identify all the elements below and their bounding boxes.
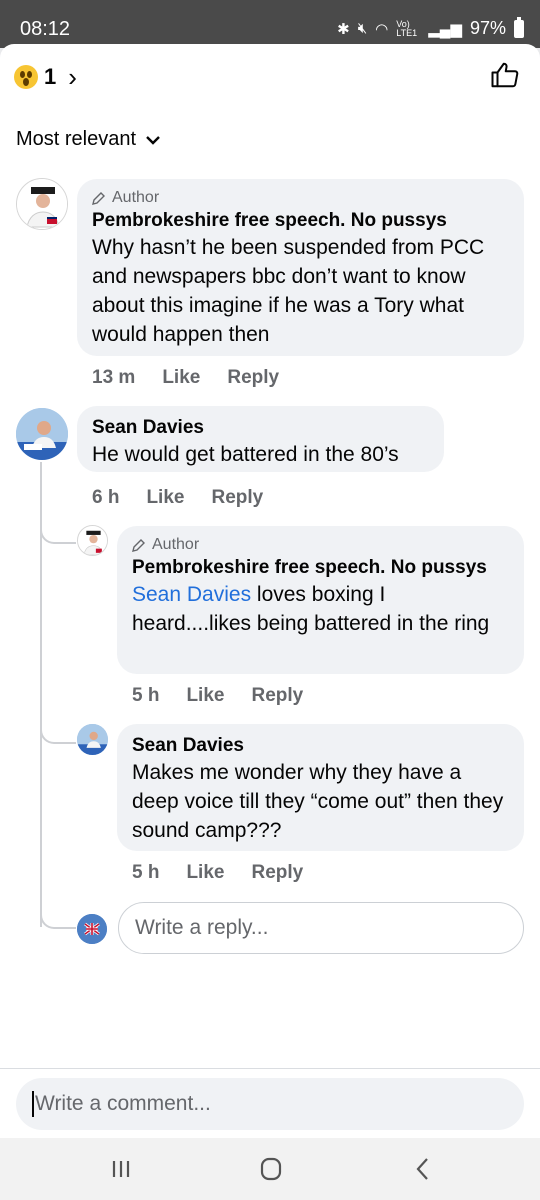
current-user-avatar [77,914,107,944]
comment-time[interactable]: 6 h [92,487,119,509]
reply-text: Makes me wonder why they have a deep voi… [132,761,504,842]
reply-bubble: Sean Davies Makes me wonder why they hav… [117,724,524,851]
reply-author-name[interactable]: Sean Davies [132,734,509,758]
pencil-icon [132,539,145,552]
thread-connector [40,504,76,544]
comment-actions: 6 h Like Reply [92,487,263,509]
nav-home-icon[interactable] [256,1156,286,1182]
status-icons: ✱ 🔇︎ ◠ Vo) LTE1 ▂▄▆ 97% [337,16,524,39]
sort-label: Most relevant [16,128,137,150]
avatar[interactable] [16,178,68,230]
thread-connector [40,704,76,744]
like-button[interactable]: Like [186,685,224,707]
comment-author-name[interactable]: Sean Davies [92,416,429,440]
battery-icon [514,16,524,38]
mention-link[interactable]: Sean Davies [132,583,251,606]
reply-button[interactable]: Reply [211,487,263,509]
wifi-icon: ◠ [375,20,389,38]
reply-text: Sean Davies loves boxing I heard....like… [132,580,509,638]
chevron-down-icon [146,135,160,145]
author-badge-label: Author [152,536,200,553]
like-button[interactable]: Like [162,367,200,389]
status-time: 08:12 [20,18,71,40]
comment-actions: 13 m Like Reply [92,367,279,389]
comment-input[interactable]: Write a comment... [16,1078,524,1130]
nav-recents-icon[interactable] [106,1156,136,1182]
status-bar: 08:12 ✱ 🔇︎ ◠ Vo) LTE1 ▂▄▆ 97% [0,0,540,48]
comment-text: He would get battered in the 80’s [92,443,399,466]
reply-button[interactable]: Reply [227,367,279,389]
reply-author-name[interactable]: Pembrokeshire free speech. No pussys [132,556,509,580]
reactions-summary[interactable]: 1 › [14,60,77,94]
battery-level: 97% [469,18,506,38]
reply-time[interactable]: 5 h [132,862,159,884]
comment-time[interactable]: 13 m [92,367,135,389]
reply-button[interactable]: Reply [251,685,303,707]
avatar[interactable] [77,724,108,755]
pencil-icon [92,192,105,205]
signal-icon: ▂▄▆ [428,20,462,38]
mute-icon: 🔇︎ [357,20,368,37]
like-button[interactable]: Like [186,862,224,884]
reply-bubble: Author Pembrokeshire free speech. No pus… [117,526,524,674]
avatar[interactable] [16,408,68,460]
text-cursor [32,1091,34,1117]
comment-author-name[interactable]: Pembrokeshire free speech. No pussys [92,209,509,233]
chevron-right-icon: › [68,61,77,92]
nav-back-icon[interactable] [408,1156,438,1182]
comment-text: Why hasn’t he been suspended from PCC an… [92,236,485,346]
reply-actions: 5 h Like Reply [132,685,303,707]
network-label: Vo) LTE1 [396,18,418,38]
wow-reaction-icon [14,65,38,89]
thread-connector [40,889,76,929]
comments-sheet: 1 › Most relevant Author Pembrokeshire f… [0,44,540,1138]
thumbs-up-icon[interactable] [490,60,520,90]
divider [0,1068,540,1069]
system-nav-bar [0,1138,540,1200]
author-badge: Author [132,536,509,554]
like-button[interactable]: Like [146,487,184,509]
sort-dropdown[interactable]: Most relevant [16,128,160,151]
reply-input[interactable]: Write a reply... [118,902,524,954]
author-badge: Author [92,189,509,207]
comment-bubble: Author Pembrokeshire free speech. No pus… [77,179,524,356]
comment-bubble: Sean Davies He would get battered in the… [77,406,444,472]
bluetooth-icon: ✱ [337,20,350,38]
reply-actions: 5 h Like Reply [132,862,303,884]
reply-button[interactable]: Reply [251,862,303,884]
comment-input-placeholder: Write a comment... [35,1092,211,1115]
avatar[interactable] [77,525,108,556]
author-badge-label: Author [112,189,160,206]
reply-time[interactable]: 5 h [132,685,159,707]
reaction-count: 1 [44,64,57,89]
